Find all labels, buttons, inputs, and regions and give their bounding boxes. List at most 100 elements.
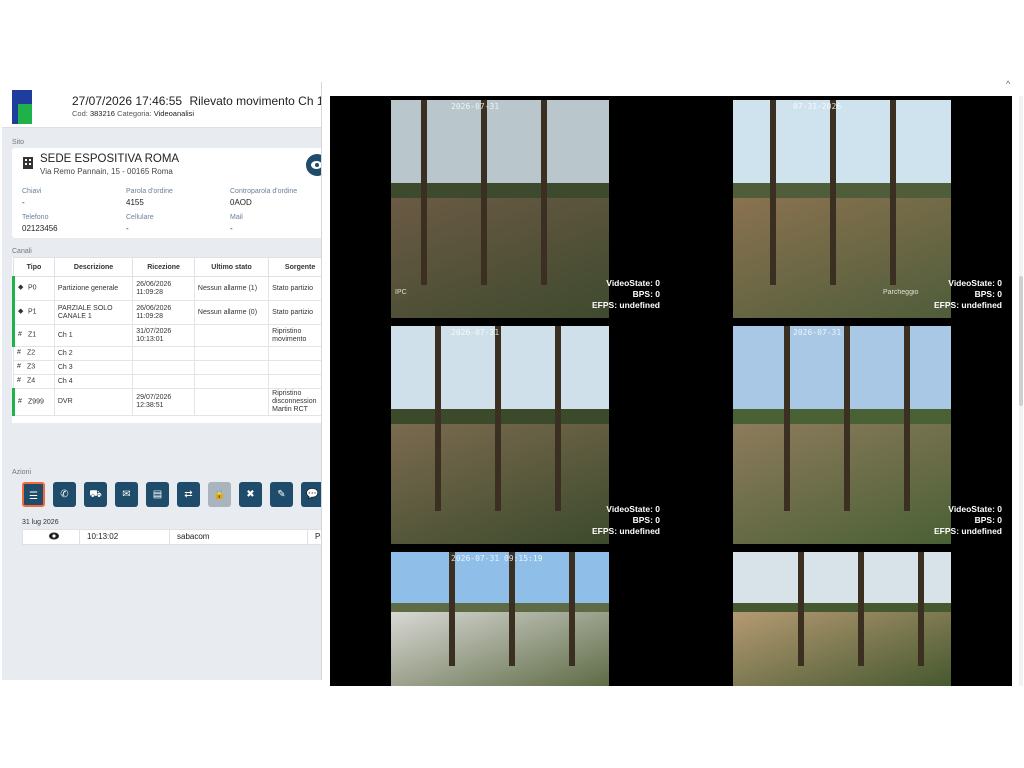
- edit-action-button[interactable]: ✎: [270, 482, 293, 507]
- channel-source: [268, 360, 321, 375]
- id-card-icon: ▤: [152, 489, 163, 500]
- site-address: Via Remo Pannain, 15 - 00165 Roma: [40, 167, 173, 176]
- phone-action-button[interactable]: ✆: [53, 482, 76, 507]
- site-name: SEDE ESPOSITIVA ROMA: [40, 153, 180, 165]
- camera-stats-3: VideoState: 0 BPS: 0 EFPS: undefined: [550, 504, 660, 537]
- col-header-tipo[interactable]: Tipo: [13, 257, 55, 277]
- stat-bps: BPS: 0: [974, 515, 1002, 525]
- col-header-ultimo-stato[interactable]: Ultimo stato: [193, 257, 270, 277]
- counter-password-field: Controparola d'ordine 0AOD: [230, 188, 298, 207]
- channel-last-state: [193, 374, 270, 389]
- channel-type: # Z3: [13, 360, 55, 375]
- table-row[interactable]: ◆ P0 Partizione generale 26/06/2026 11:09:2…: [12, 276, 321, 301]
- channel-source: Stato partizio: [268, 300, 321, 325]
- stat-bps: BPS: 0: [974, 289, 1002, 299]
- camera-feed-5[interactable]: 2026-07-31 09:15:19: [391, 552, 609, 686]
- stat-state: VideoState: 0: [606, 278, 660, 288]
- channel-last-state: [193, 346, 270, 361]
- channel-description: DVR: [53, 388, 134, 416]
- swap-action-button[interactable]: ⇄: [177, 482, 200, 507]
- channel-last-state: Nessun allarme (0): [193, 300, 270, 325]
- list-action-button[interactable]: ☰: [22, 482, 45, 507]
- comment-action-button[interactable]: 💬: [301, 482, 321, 507]
- table-row[interactable]: # Z999 DVR 29/07/2026 12:38:51 Ripristino di…: [12, 388, 321, 416]
- stat-efps: EFPS: undefined: [934, 300, 1002, 310]
- event-description: Rilevato movimento Ch 1: [189, 94, 322, 108]
- car-action-button[interactable]: ⛟: [84, 482, 107, 507]
- camera-feed-6[interactable]: [733, 552, 951, 686]
- channels-table: Tipo Descrizione Ricezione Ultimo stato …: [12, 257, 321, 423]
- car-icon: ⛟: [89, 489, 102, 500]
- channel-received: [132, 346, 195, 361]
- mail-field: Mail -: [230, 214, 243, 233]
- table-row[interactable]: # Z3 Ch 3: [13, 360, 321, 375]
- channel-received: [132, 360, 195, 375]
- camera-stats-4: VideoState: 0 BPS: 0 EFPS: undefined: [892, 504, 1002, 537]
- log-time: 10:13:02: [87, 532, 119, 541]
- phone-icon: ✆: [60, 489, 69, 500]
- password-field: Parola d'ordine 4155: [126, 188, 173, 207]
- mail-icon: ✉: [122, 489, 131, 500]
- log-entry[interactable]: 10:13:02 sabacom Pr: [22, 529, 321, 545]
- actions-section-label: Azioni: [12, 469, 32, 476]
- building-icon: [22, 156, 34, 170]
- channel-description: Ch 1: [53, 324, 134, 347]
- event-meta: Cod: 383216 Categoria: Videoanalisi: [72, 109, 195, 118]
- channel-source: Stato partizio: [268, 276, 321, 301]
- stat-bps: BPS: 0: [632, 515, 660, 525]
- tools-action-button[interactable]: ✖: [239, 482, 262, 507]
- stat-state: VideoState: 0: [948, 504, 1002, 514]
- hash-icon: #: [18, 331, 22, 339]
- table-row[interactable]: # Z1 Ch 1 31/07/2026 10:13:01 Ripristino mov…: [12, 324, 321, 347]
- mail-action-button[interactable]: ✉: [115, 482, 138, 507]
- channel-received: 29/07/2026 12:38:51: [132, 388, 195, 416]
- camera-label: IPC: [395, 289, 407, 296]
- lock-action-button[interactable]: 🔒: [208, 482, 231, 507]
- table-row[interactable]: # Z2 Ch 2: [13, 346, 321, 361]
- log-date: 31 lug 2026: [22, 519, 59, 526]
- stat-state: VideoState: 0: [948, 278, 1002, 288]
- hash-icon: #: [18, 397, 22, 405]
- list-icon: ☰: [29, 491, 38, 502]
- col-header-sorgente[interactable]: Sorgente: [268, 257, 321, 277]
- channel-source: Ripristino disconnession Martin RCT: [268, 388, 321, 416]
- event-title: 27/07/2026 17:46:55 Rilevato movimento C…: [72, 94, 322, 108]
- brand-logo: [12, 90, 32, 124]
- channel-description: Ch 2: [53, 346, 134, 361]
- id-card-action-button[interactable]: ▤: [146, 482, 169, 507]
- log-user: sabacom: [177, 532, 210, 541]
- col-header-ricezione[interactable]: Ricezione: [132, 257, 195, 277]
- camera-timestamp: 2026-07-31: [451, 328, 500, 337]
- layers-icon: ◆: [18, 308, 24, 316]
- hash-icon: #: [17, 363, 21, 371]
- collapse-caret-icon[interactable]: ^: [1006, 79, 1010, 89]
- event-header: 27/07/2026 17:46:55 Rilevato movimento C…: [2, 82, 322, 128]
- keys-field: Chiavi -: [22, 188, 42, 207]
- stat-state: VideoState: 0: [606, 504, 660, 514]
- scrollbar[interactable]: [1019, 96, 1023, 686]
- camera-stats-1: VideoState: 0 BPS: 0 EFPS: undefined: [550, 278, 660, 311]
- channel-type: # Z1: [12, 324, 55, 347]
- channel-source: Ripristino movimento: [268, 324, 321, 347]
- camera-timestamp: 2026-07-31 09:15:19: [451, 554, 543, 563]
- channel-type: # Z2: [13, 346, 55, 361]
- col-header-descrizione[interactable]: Descrizione: [53, 257, 134, 277]
- log-extra: Pr: [315, 532, 321, 541]
- table-row[interactable]: ◆ P1 PARZIALE SOLO CANALE 1 26/06/2026 11:0…: [12, 300, 321, 325]
- site-section-label: Sito: [12, 139, 25, 146]
- channel-description: Partizione generale: [53, 276, 134, 301]
- table-row[interactable]: # Z4 Ch 4: [13, 374, 321, 389]
- channel-code: Z3: [27, 363, 36, 371]
- channel-last-state: [193, 360, 270, 375]
- channel-source: [268, 374, 321, 389]
- channel-last-state: Nessun allarme (1): [193, 276, 270, 301]
- channel-received: [132, 374, 195, 389]
- camera-timestamp: 07-31-2026: [793, 102, 842, 111]
- channel-type: ◆ P0: [12, 276, 55, 301]
- comment-icon: 💬: [306, 489, 319, 500]
- view-site-button[interactable]: [306, 154, 321, 176]
- edit-icon: ✎: [277, 489, 286, 500]
- channel-code: Z4: [27, 377, 36, 385]
- hash-icon: #: [17, 377, 21, 385]
- channel-type: ◆ P1: [12, 300, 55, 325]
